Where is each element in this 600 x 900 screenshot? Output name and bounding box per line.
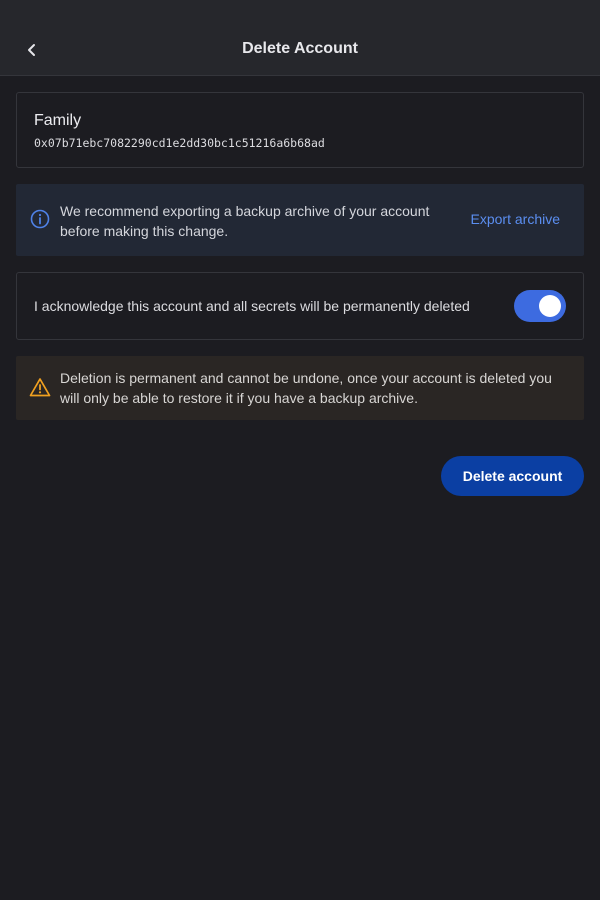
acknowledge-row: I acknowledge this account and all secre…: [16, 272, 584, 340]
account-card: Family 0x07b71ebc7082290cd1e2dd30bc1c512…: [16, 92, 584, 168]
info-text-line: We recommend exporting a backup archive …: [60, 203, 430, 219]
export-archive-link[interactable]: Export archive: [471, 211, 560, 227]
warning-text-line: Deletion is permanent and cannot be undo…: [60, 370, 552, 386]
account-name: Family: [34, 112, 82, 129]
page-title: Delete Account: [242, 40, 358, 57]
info-text-line: before making this change.: [60, 223, 229, 239]
acknowledge-label: I acknowledge this account and all secre…: [34, 298, 470, 314]
delete-account-button[interactable]: Delete account: [441, 456, 584, 496]
backup-info-banner: We recommend exporting a backup archive …: [16, 184, 584, 256]
info-text: We recommend exporting a backup archive …: [60, 201, 460, 241]
acknowledge-toggle[interactable]: [514, 290, 566, 322]
deletion-warning-banner: Deletion is permanent and cannot be undo…: [16, 356, 584, 420]
account-address: 0x07b71ebc7082290cd1e2dd30bc1c51216a6b68…: [34, 136, 325, 150]
toggle-knob: [539, 295, 561, 317]
app-bar: Delete Account: [0, 0, 600, 76]
info-icon: [30, 209, 50, 229]
warning-text: Deletion is permanent and cannot be undo…: [60, 368, 580, 408]
warning-text-line: will only be able to restore it if you h…: [60, 390, 418, 406]
warning-icon: [29, 378, 51, 397]
